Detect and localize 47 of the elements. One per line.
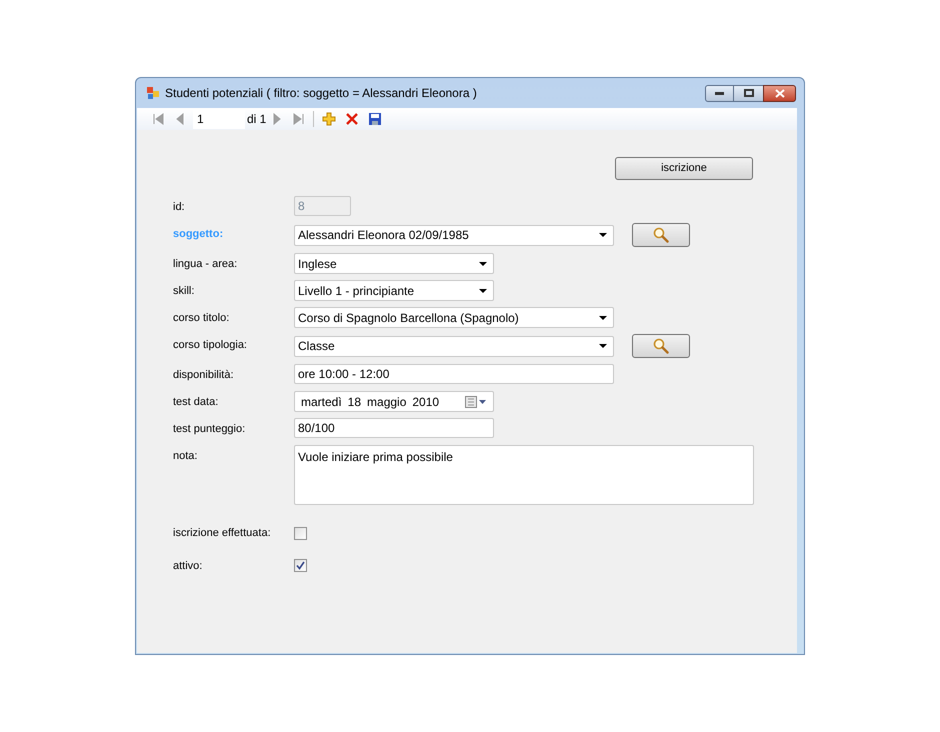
plus-icon (322, 112, 336, 126)
dropdown-field[interactable]: Alessandri Eleonora 02/09/1985 (294, 224, 614, 246)
search-button[interactable] (632, 223, 690, 247)
dropdown-field[interactable]: Classe (294, 336, 614, 356)
field-label: corso titolo: (173, 311, 230, 326)
minimize-button[interactable] (705, 84, 734, 102)
close-button[interactable] (763, 84, 796, 102)
dropdown-arrow-icon (599, 344, 607, 348)
calendar-dropdown-icon (465, 396, 487, 408)
date-picker-field[interactable]: martedì 18 maggio 2010 (294, 391, 494, 412)
window-title: Studenti potenziali ( filtro: soggetto = Alessandri Eleonora ) (165, 85, 477, 102)
field-label: test punteggio: (173, 422, 246, 437)
dropdown-field[interactable]: Corso di Spagnolo Barcellona (Spagnolo) (294, 307, 614, 328)
search-button[interactable] (632, 334, 690, 358)
dropdown-arrow-icon (599, 316, 607, 320)
dropdown-arrow-icon (479, 262, 487, 266)
field-label: corso tipologia: (173, 338, 248, 353)
checkmark-icon (296, 561, 305, 570)
checkbox-label: iscrizione effettuata: (173, 526, 272, 541)
field-label: id: (173, 200, 186, 215)
app-icon (146, 86, 160, 100)
field-label: test data: (173, 395, 220, 410)
field-label: lingua - area: (173, 257, 238, 272)
maximize-icon (744, 89, 754, 97)
field-label: soggetto: (173, 227, 224, 242)
checkbox[interactable] (294, 526, 307, 540)
search-icon (653, 227, 669, 243)
dropdown-field[interactable]: Livello 1 - principiante (294, 280, 494, 301)
field-label: skill: (173, 284, 196, 299)
close-icon (344, 112, 359, 126)
checkbox[interactable] (294, 559, 307, 572)
position-field[interactable]: 1 (193, 109, 245, 129)
text-field[interactable]: 80/100 (294, 418, 494, 438)
note-textarea[interactable]: Vuole iniziare prima possibile (294, 445, 754, 505)
enroll-button[interactable]: iscrizione (615, 157, 753, 180)
text-field[interactable]: ore 10:00 - 12:00 (294, 364, 614, 384)
dropdown-arrow-icon (599, 233, 607, 237)
close-icon (774, 88, 784, 98)
minimize-icon (715, 92, 724, 94)
search-icon (653, 338, 669, 354)
maximize-button[interactable] (734, 84, 763, 102)
dropdown-field[interactable]: Inglese (294, 253, 494, 274)
dropdown-arrow-icon (479, 288, 487, 292)
record-count: di 1 (247, 111, 266, 128)
field-label: nota: (173, 449, 198, 464)
field-label: disponibilità: (173, 368, 235, 383)
checkbox-label: attivo: (173, 558, 204, 574)
